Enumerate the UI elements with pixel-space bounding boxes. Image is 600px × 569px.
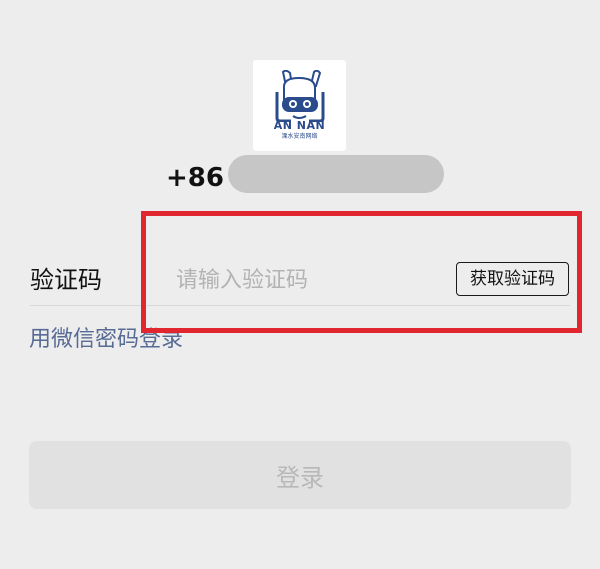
verification-code-label: 验证码 (30, 266, 102, 294)
login-button[interactable]: 登录 (29, 441, 571, 509)
wechat-password-login-link[interactable]: 用微信密码登录 (29, 322, 183, 358)
app-logo: AN NAN 溧水安南网络 (253, 60, 346, 151)
input-divider (30, 305, 570, 306)
get-verification-code-button[interactable]: 获取验证码 (456, 262, 569, 296)
logo-tagline: 溧水安南网络 (281, 133, 318, 140)
phone-country-code: +86 (166, 163, 224, 193)
logo-wordmark: AN NAN (273, 119, 326, 132)
verification-code-input[interactable] (176, 262, 446, 298)
phone-number-redacted (228, 155, 444, 193)
rabbit-mascot-icon (275, 70, 325, 122)
